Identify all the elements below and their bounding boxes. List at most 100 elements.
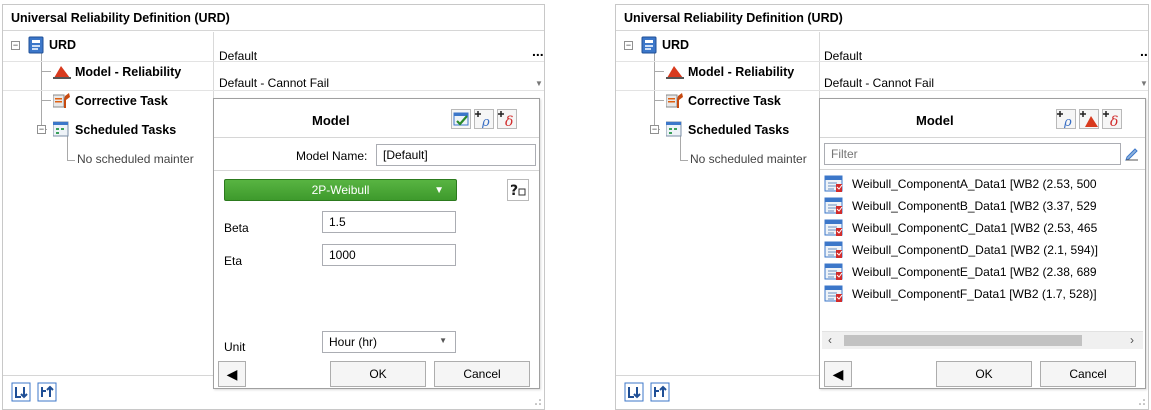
list-item[interactable]: Weibull_ComponentE_Data1 [WB2 (2.38, 689 — [824, 261, 1144, 283]
tree-item-corrective[interactable]: Corrective Task — [3, 88, 213, 114]
tree-item-no-scheduled: No scheduled mainter — [616, 146, 826, 172]
list-item[interactable]: Weibull_ComponentD_Data1 [WB2 (2.1, 594)… — [824, 239, 1144, 261]
chevron-down-icon: ▼ — [439, 336, 447, 345]
expand-all-icon[interactable] — [624, 381, 644, 403]
edit-filter-icon[interactable] — [1125, 147, 1139, 164]
add-delta-model-icon[interactable]: δ — [497, 109, 517, 130]
popup-title: Model — [916, 113, 954, 128]
model-value[interactable]: Default - Cannot Fail — [824, 76, 934, 90]
panel-title: Universal Reliability Definition (URD) — [616, 5, 1148, 31]
urd-panel-left: Universal Reliability Definition (URD) −… — [2, 4, 545, 410]
popup-separator — [820, 169, 1145, 170]
tree-item-label: Corrective Task — [688, 94, 781, 108]
list-item-label: Weibull_ComponentA_Data1 [WB2 (2.53, 500 — [852, 177, 1097, 191]
back-button[interactable]: ◀ — [218, 361, 246, 387]
chevron-down-icon[interactable]: ▼ — [535, 79, 543, 88]
tree-item-label: No scheduled mainter — [77, 152, 194, 166]
distribution-value: 2P-Weibull — [311, 183, 370, 197]
ellipsis-button[interactable]: .. — [1140, 43, 1148, 59]
resize-grip-icon[interactable] — [1138, 398, 1146, 406]
svg-text:δ: δ — [505, 114, 513, 128]
tree-item-corrective[interactable]: Corrective Task — [616, 88, 826, 114]
popup-separator — [214, 170, 539, 171]
tree-item-label: Corrective Task — [75, 94, 168, 108]
unit-select[interactable]: Hour (hr) ▼ — [322, 331, 456, 353]
ellipsis-button[interactable]: ... — [532, 43, 544, 59]
list-item-label: Weibull_ComponentB_Data1 [WB2 (3.37, 529 — [852, 199, 1097, 213]
scroll-left-icon[interactable]: ‹ — [828, 333, 832, 347]
collapse-icon[interactable]: − — [624, 41, 633, 50]
horizontal-scrollbar[interactable]: ‹ › — [822, 331, 1143, 349]
scroll-right-icon[interactable]: › — [1130, 333, 1134, 347]
list-item[interactable]: Weibull_ComponentB_Data1 [WB2 (3.37, 529 — [824, 195, 1144, 217]
tree-item-urd[interactable]: − URD — [3, 32, 213, 58]
data-folio-icon — [824, 197, 844, 217]
urd-panel-right: Universal Reliability Definition (URD) −… — [615, 4, 1149, 410]
add-rho-model-icon[interactable]: ρ — [1056, 109, 1076, 130]
panel-title: Universal Reliability Definition (URD) — [3, 5, 544, 31]
model-popup: Model ρ δ Weibull_ComponentA_Data1 [WB2 … — [819, 98, 1146, 389]
collapse-icon[interactable]: − — [11, 41, 20, 50]
row-separator — [616, 61, 1148, 62]
list-item[interactable]: Weibull_ComponentC_Data1 [WB2 (2.53, 465 — [824, 217, 1144, 239]
data-folio-icon — [824, 175, 844, 195]
ok-button[interactable]: OK — [330, 361, 426, 387]
list-item[interactable]: Weibull_ComponentF_Data1 [WB2 (1.7, 528)… — [824, 283, 1144, 305]
ok-button[interactable]: OK — [936, 361, 1032, 387]
select-model-icon[interactable] — [451, 109, 471, 129]
model-popup: Model ρ δ Model Name: [Default] 2P-Weibu… — [213, 98, 540, 389]
list-item-label: Weibull_ComponentD_Data1 [WB2 (2.1, 594)… — [852, 243, 1098, 257]
collapse-icon[interactable]: − — [37, 125, 46, 134]
collapse-all-icon[interactable] — [37, 381, 57, 403]
bottom-separator — [3, 375, 213, 376]
add-rho-model-icon[interactable]: ρ — [474, 109, 494, 130]
filter-input[interactable] — [824, 143, 1121, 165]
tree-item-no-scheduled: No scheduled mainter — [3, 146, 213, 172]
scroll-thumb[interactable] — [844, 335, 1082, 346]
collapse-all-icon[interactable] — [650, 381, 670, 403]
back-button[interactable]: ◀ — [824, 361, 852, 387]
cancel-button[interactable]: Cancel — [434, 361, 530, 387]
tree-item-label: URD — [49, 38, 77, 52]
scheduled-task-icon — [52, 121, 71, 140]
svg-text:δ: δ — [1110, 114, 1118, 128]
reliability-curve-icon — [53, 64, 71, 82]
tree-item-scheduled[interactable]: − Scheduled Tasks — [616, 117, 826, 143]
resize-grip-icon[interactable] — [534, 398, 542, 406]
tree-item-label: Scheduled Tasks — [75, 123, 177, 137]
collapse-icon[interactable]: − — [650, 125, 659, 134]
model-name-field[interactable]: [Default] — [376, 144, 536, 166]
tree-item-urd[interactable]: − URD — [616, 32, 826, 58]
unit-label: Unit — [224, 340, 246, 354]
data-folio-icon — [824, 241, 844, 261]
chevron-down-icon[interactable]: ▼ — [1140, 79, 1148, 88]
svg-text:ρ: ρ — [481, 115, 490, 128]
chevron-down-icon: ▼ — [434, 185, 444, 196]
beta-label: Beta — [224, 221, 249, 235]
data-folio-icon — [824, 285, 844, 305]
tree-item-label: Model - Reliability — [688, 65, 795, 79]
eta-label: Eta — [224, 254, 243, 268]
add-reliability-model-icon[interactable] — [1079, 109, 1099, 129]
expand-all-icon[interactable] — [11, 381, 31, 403]
cancel-button[interactable]: Cancel — [1040, 361, 1136, 387]
unit-value: Hour (hr) — [329, 335, 378, 349]
distribution-select[interactable]: 2P-Weibull ▼ — [224, 179, 457, 201]
tree-item-model[interactable]: Model - Reliability — [3, 59, 213, 85]
tree-item-scheduled[interactable]: − Scheduled Tasks — [3, 117, 213, 143]
popup-separator — [214, 137, 539, 138]
eta-field[interactable]: 1000 — [322, 244, 456, 266]
tree-item-model[interactable]: Model - Reliability — [616, 59, 826, 85]
tree-item-label: Scheduled Tasks — [688, 123, 790, 137]
help-icon[interactable]: ? — [507, 179, 529, 201]
reliability-curve-icon — [666, 64, 684, 82]
svg-text:ρ: ρ — [1063, 115, 1072, 128]
beta-field[interactable]: 1.5 — [322, 211, 456, 233]
model-value[interactable]: Default - Cannot Fail — [219, 76, 329, 90]
data-folio-icon — [824, 219, 844, 239]
add-delta-model-icon[interactable]: δ — [1102, 109, 1122, 130]
tree-item-label: No scheduled mainter — [690, 152, 807, 166]
list-item[interactable]: Weibull_ComponentA_Data1 [WB2 (2.53, 500 — [824, 173, 1144, 195]
urd-icon — [641, 36, 657, 57]
tree-item-label: Model - Reliability — [75, 65, 182, 79]
